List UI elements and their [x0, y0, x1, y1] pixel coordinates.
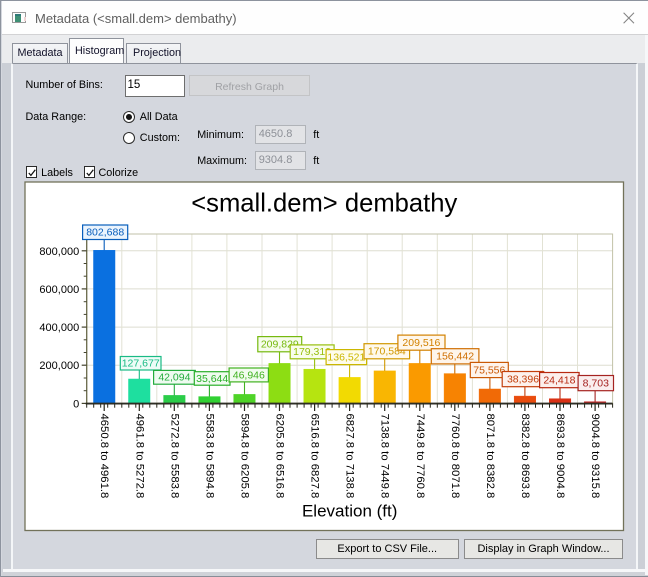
svg-text:8071.8 to 8382.8: 8071.8 to 8382.8: [484, 414, 496, 499]
svg-text:136,521: 136,521: [327, 352, 365, 364]
svg-text:0: 0: [73, 398, 79, 410]
svg-text:4650.8 to 4961.8: 4650.8 to 4961.8: [98, 414, 110, 499]
svg-text:8693.8 to 9004.8: 8693.8 to 9004.8: [554, 414, 566, 499]
svg-text:7449.8 to 7760.8: 7449.8 to 7760.8: [414, 414, 426, 499]
svg-text:4961.8 to 5272.8: 4961.8 to 5272.8: [133, 414, 145, 499]
svg-text:6827.8 to 7138.8: 6827.8 to 7138.8: [344, 414, 356, 499]
svg-text:35,644: 35,644: [196, 373, 228, 385]
svg-text:209,516: 209,516: [402, 337, 440, 349]
svg-text:802,688: 802,688: [86, 227, 124, 239]
svg-text:6205.8 to 6516.8: 6205.8 to 6516.8: [274, 414, 286, 499]
svg-text:7138.8 to 7449.8: 7138.8 to 7449.8: [379, 414, 391, 499]
svg-text:24,418: 24,418: [543, 375, 575, 387]
svg-text:7760.8 to 8071.8: 7760.8 to 8071.8: [449, 414, 461, 499]
svg-text:Elevation (ft): Elevation (ft): [302, 502, 397, 521]
svg-text:400,000: 400,000: [39, 322, 79, 334]
svg-text:200,000: 200,000: [39, 360, 79, 372]
svg-text:5272.8 to 5583.8: 5272.8 to 5583.8: [168, 414, 180, 499]
svg-text:156,442: 156,442: [436, 351, 474, 363]
svg-text:<small.dem> dembathy: <small.dem> dembathy: [191, 190, 457, 218]
svg-text:75,556: 75,556: [473, 364, 505, 376]
svg-text:8,703: 8,703: [583, 378, 609, 390]
svg-text:5583.8 to 5894.8: 5583.8 to 5894.8: [203, 414, 215, 499]
svg-text:6516.8 to 6827.8: 6516.8 to 6827.8: [309, 414, 321, 499]
svg-text:46,946: 46,946: [233, 369, 265, 381]
svg-text:42,094: 42,094: [158, 372, 190, 384]
svg-text:8382.8 to 8693.8: 8382.8 to 8693.8: [519, 414, 531, 499]
svg-text:5894.8 to 6205.8: 5894.8 to 6205.8: [239, 414, 251, 499]
svg-text:600,000: 600,000: [39, 284, 79, 296]
svg-text:800,000: 800,000: [39, 246, 79, 258]
svg-text:38,396: 38,396: [507, 374, 539, 386]
svg-text:127,677: 127,677: [122, 358, 160, 370]
svg-text:9004.8 to 9315.8: 9004.8 to 9315.8: [589, 414, 601, 499]
